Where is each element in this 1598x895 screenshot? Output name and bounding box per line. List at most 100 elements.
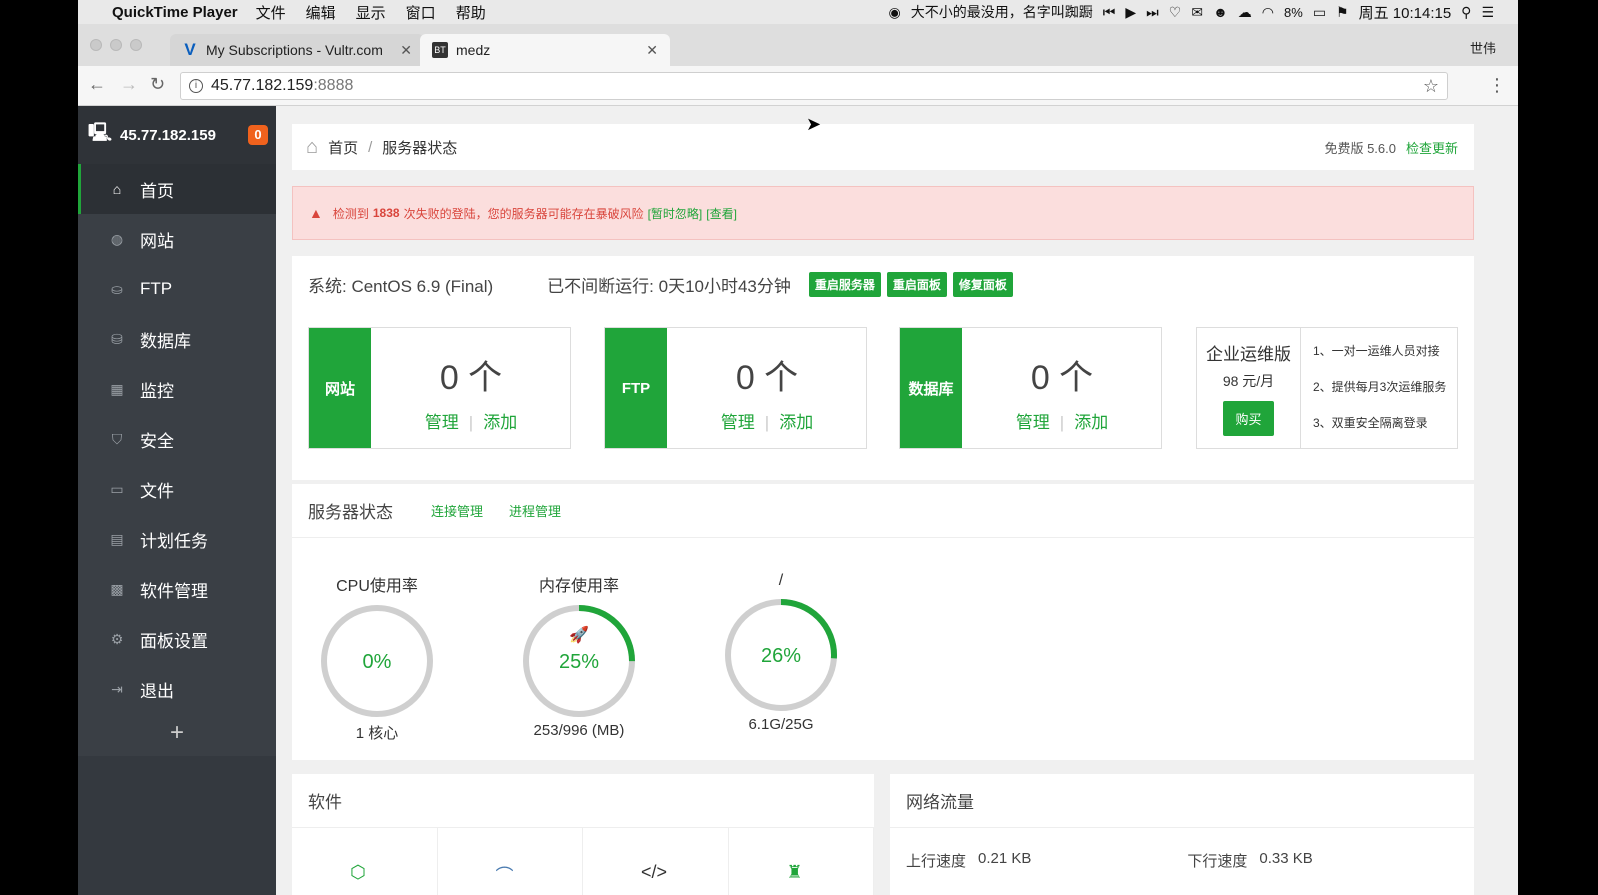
menu-edit[interactable]: 编辑 (306, 2, 336, 23)
software-item[interactable]: ♜ (729, 828, 874, 895)
wifi-icon[interactable]: ◠ (1262, 4, 1274, 21)
uptime-info: 已不间断运行: 0天10小时43分钟 (547, 276, 791, 296)
sidebar-item-logout[interactable]: ⇥ 退出 (78, 664, 276, 714)
process-manage-link[interactable]: 进程管理 (509, 501, 561, 520)
tab-medz[interactable]: BT medz ✕ (420, 34, 670, 66)
stat-cards: 网站 0 个 管理 | 添加 FTP 0 个 管理 | 添加 数据库 0 个 管理 | 添加… (292, 312, 1474, 480)
tab-vultr[interactable]: V My Subscriptions - Vultr.com ✕ (170, 34, 424, 66)
add-link[interactable]: 添加 (1074, 413, 1108, 432)
sidebar-item-files[interactable]: ▭ 文件 (78, 464, 276, 514)
app-menu[interactable]: QuickTime Player (112, 4, 238, 21)
upload-label: 上行速度 (906, 853, 967, 870)
logout-icon: ⇥ (111, 680, 123, 697)
close-window-button[interactable] (90, 39, 102, 51)
ignore-link[interactable]: [暂时忽略] (648, 205, 703, 222)
view-link[interactable]: [查看] (706, 205, 737, 222)
version-label: 免费版 5.6.0 (1324, 140, 1396, 156)
forward-arrow-icon[interactable]: → (120, 74, 138, 95)
sidebar-item-label: 退出 (140, 681, 174, 701)
breadcrumb-home[interactable]: 首页 (328, 137, 358, 158)
cloud-icon[interactable]: ☁ (1238, 4, 1252, 21)
connection-manage-link[interactable]: 连接管理 (431, 501, 483, 520)
website-card: 网站 0 个 管理 | 添加 (308, 327, 571, 449)
software-item[interactable]: ⌒ (438, 828, 583, 895)
shield-icon: ⛉ (111, 430, 123, 447)
address-bar[interactable]: i 45.77.182.159 :8888 ☆ (180, 72, 1448, 100)
manage-link[interactable]: 管理 (721, 413, 755, 432)
folder-icon: ▭ (110, 480, 124, 497)
message-badge[interactable]: 0 (248, 125, 268, 145)
card-label: 数据库 (900, 328, 962, 448)
spotlight-search-icon[interactable]: ⚲ (1461, 4, 1471, 21)
gear-icon: ⚙ (110, 630, 124, 647)
battery-percent[interactable]: 8% (1284, 5, 1303, 20)
ftp-card: FTP 0 个 管理 | 添加 (604, 327, 867, 449)
php-icon: </> (641, 862, 668, 882)
qq-icon[interactable]: ☻ (1213, 4, 1228, 20)
card-count: 0 个 (735, 359, 799, 397)
rocket-icon: 🚀 (569, 625, 589, 644)
tab-strip: V My Subscriptions - Vultr.com ✕ BT medz… (78, 24, 1518, 86)
sidebar-item-label: 面板设置 (140, 631, 208, 651)
back-arrow-icon[interactable]: ← (88, 74, 106, 95)
menu-window[interactable]: 窗口 (406, 2, 436, 23)
manage-link[interactable]: 管理 (425, 413, 459, 432)
sidebar-item-security[interactable]: ⛉ 安全 (78, 414, 276, 464)
reload-icon[interactable]: ↻ (150, 74, 165, 95)
add-link[interactable]: 添加 (779, 413, 813, 432)
system-info-bar: 系统: CentOS 6.9 (Final) 已不间断运行: 0天10小时43分… (292, 256, 1474, 312)
restart-panel-button[interactable]: 重启面板 (886, 271, 947, 297)
manage-link[interactable]: 管理 (1016, 413, 1050, 432)
software-item[interactable]: </> (583, 828, 729, 895)
sidebar-item-home[interactable]: ⌂ 首页 (78, 164, 276, 214)
now-playing[interactable]: 大不小的最没用，名字叫踟蹰 (911, 2, 1093, 22)
battery-icon[interactable]: ▭ (1313, 4, 1326, 21)
clock[interactable]: 周五 10:14:15 (1359, 2, 1452, 23)
next-track-icon[interactable]: ⏭ (1146, 4, 1159, 21)
home-icon[interactable]: ⌂ (306, 136, 318, 159)
play-icon[interactable]: ▶ (1125, 4, 1136, 21)
warning-icon: ▲ (309, 205, 323, 221)
memory-gauge[interactable]: 内存使用率 🚀 25% 253/996 (MB) (494, 572, 664, 739)
gauge-ring: 0% (321, 605, 433, 717)
ftp-server-icon: ♜ (786, 862, 803, 882)
add-shortcut-button[interactable]: + (78, 710, 276, 756)
record-icon[interactable]: ◉ (889, 4, 901, 21)
buy-button[interactable]: 购买 (1223, 401, 1274, 436)
restart-server-button[interactable]: 重启服务器 (808, 271, 881, 297)
divider: | (468, 413, 474, 432)
minimize-window-button[interactable] (110, 39, 122, 51)
close-tab-icon[interactable]: ✕ (646, 42, 658, 59)
sidebar-item-monitor[interactable]: ▦ 监控 (78, 364, 276, 414)
repair-panel-button[interactable]: 修复面板 (952, 271, 1013, 297)
notification-list-icon[interactable]: ☰ (1481, 4, 1494, 21)
menu-file[interactable]: 文件 (256, 2, 286, 23)
software-item[interactable]: ⬡ (292, 828, 438, 895)
check-update-link[interactable]: 检查更新 (1406, 138, 1458, 157)
sidebar-item-cron[interactable]: ▤ 计划任务 (78, 514, 276, 564)
profile-name[interactable]: 世伟 (1470, 38, 1496, 57)
menu-help[interactable]: 帮助 (456, 2, 486, 23)
flag-icon[interactable]: ⚑ (1336, 4, 1349, 21)
zoom-window-button[interactable] (130, 39, 142, 51)
close-tab-icon[interactable]: ✕ (400, 42, 412, 59)
sidebar-item-website[interactable]: ◍ 网站 (78, 214, 276, 264)
heart-icon[interactable]: ♡ (1169, 4, 1182, 21)
sidebar-item-software[interactable]: ▩ 软件管理 (78, 564, 276, 614)
sidebar-item-ftp[interactable]: ⛀ FTP (78, 264, 276, 314)
alert-prefix: 检测到 (332, 206, 369, 221)
add-link[interactable]: 添加 (483, 413, 517, 432)
chrome-menu-icon[interactable]: ⋮ (1488, 75, 1506, 96)
sidebar-item-settings[interactable]: ⚙ 面板设置 (78, 614, 276, 664)
failed-login-count: 1838 (372, 206, 400, 220)
prev-track-icon[interactable]: ⏮ (1103, 4, 1116, 21)
menu-view[interactable]: 显示 (356, 2, 386, 23)
gauge-value: 0% (363, 651, 392, 673)
sidebar-item-database[interactable]: ⛁ 数据库 (78, 314, 276, 364)
wechat-icon[interactable]: ✉ (1191, 4, 1203, 21)
site-info-icon[interactable]: i (189, 79, 203, 93)
disk-gauge[interactable]: / 26% 6.1G/25G (696, 572, 866, 733)
bookmark-star-icon[interactable]: ☆ (1423, 76, 1439, 97)
tab-title: medz (456, 42, 491, 58)
cpu-gauge[interactable]: CPU使用率 0% 1 核心 (292, 572, 462, 743)
